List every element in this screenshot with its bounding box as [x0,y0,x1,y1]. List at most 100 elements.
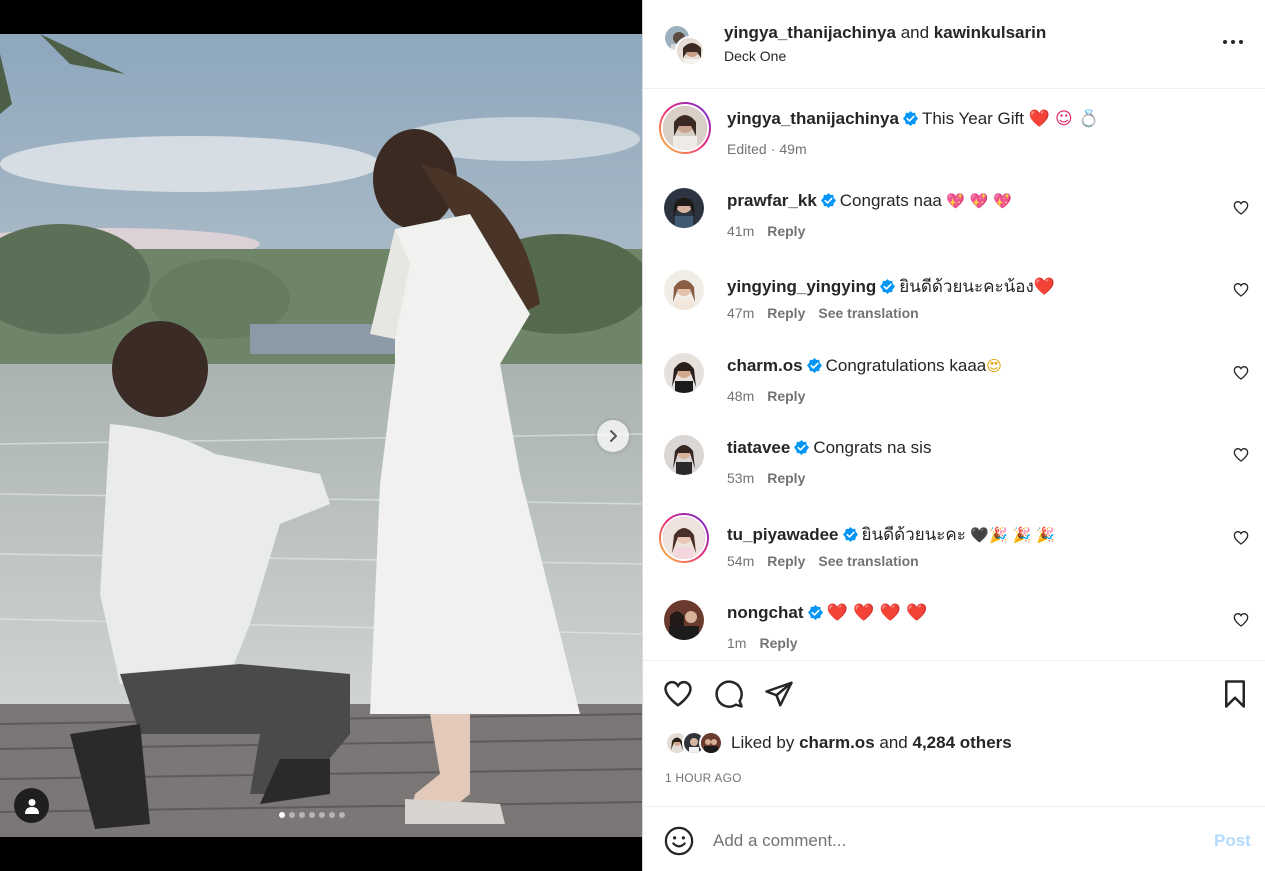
comment-time[interactable]: 1m [727,635,746,651]
comment-time[interactable]: 48m [727,388,754,404]
comment-item: tiatavee Congrats na sis 53m Reply [643,425,1265,507]
comment-username[interactable]: tu_piyawadee [727,525,839,544]
comment-item: nongchat ❤️ ❤️ ❤️ ❤️ 1m Reply [643,590,1265,660]
comment-emoji: 🖤🎉 🎉 🎉 [970,526,1055,544]
like-icon[interactable] [663,679,693,709]
post-actions: Liked by charm.os and 4,284 others 1 HOU… [643,660,1265,806]
comment-item: tu_piyawadee ยินดีด้วยนะคะ 🖤🎉 🎉 🎉 54m Repl… [643,508,1265,590]
edited-label: Edited [727,141,767,157]
see-translation-button[interactable]: See translation [818,305,918,321]
comment-username[interactable]: tiatavee [727,438,790,457]
post-details-panel: yingya_thanijachinya and kawinkulsarin D… [642,0,1265,871]
verified-icon [820,193,836,208]
reply-button[interactable]: Reply [759,635,797,651]
post-header: yingya_thanijachinya and kawinkulsarin D… [643,0,1265,89]
comment-item: prawfar_kk Congrats naa 💖 💖 💖 41m Reply [643,178,1265,260]
story-ring[interactable] [659,513,709,563]
carousel-dot [299,812,305,818]
more-options-button[interactable] [1221,30,1245,54]
emoji-icon[interactable] [664,826,694,856]
liked-by-prefix: Liked by [731,733,795,752]
like-comment-icon[interactable] [1233,282,1249,298]
comment-username[interactable]: charm.os [727,356,803,375]
like-comment-icon[interactable] [1233,530,1249,546]
comment-line: yingying_yingying ยินดีด้วยนะคะน้อง❤️ [727,273,1055,300]
chevron-right-icon [610,430,617,442]
like-comment-icon[interactable] [1233,200,1249,216]
comment-time[interactable]: 54m [727,553,754,569]
like-comment-icon[interactable] [1233,447,1249,463]
comment-emoji: ❤️ ❤️ ❤️ ❤️ [826,603,928,623]
caption-emoji: ❤️ ☺ 💍 [1028,109,1100,129]
liked-by: Liked by charm.os and 4,284 others [665,731,1012,755]
verified-icon [902,111,918,126]
avatar[interactable] [664,353,704,393]
comment-meta: 48m Reply [727,388,818,404]
caption-line: yingya_thanijachinya This Year Gift ❤️ ☺ … [727,109,1099,129]
comment-item: charm.os Congratulations kaaa😍 48m Reply [643,343,1265,425]
avatar [699,731,723,755]
reply-button[interactable]: Reply [767,223,805,239]
caption-time[interactable]: 49m [779,141,806,157]
comment-time[interactable]: 41m [727,223,754,239]
owner-username[interactable]: yingya_thanijachinya [724,23,896,42]
tagged-users-button[interactable] [14,788,49,823]
avatar[interactable] [664,188,704,228]
comment-icon[interactable] [714,679,744,709]
post-timestamp[interactable]: 1 HOUR AGO [665,771,742,785]
comment-text: Congratulations kaaa [825,356,987,375]
carousel-dot [279,812,285,818]
avatar[interactable] [664,435,704,475]
next-photo-button[interactable] [597,420,629,452]
verified-icon [880,279,896,294]
author-joiner: and [900,23,930,42]
photo-scene [0,34,642,837]
see-translation-button[interactable]: See translation [818,553,918,569]
carousel-dot [329,812,335,818]
collaborator-username[interactable]: kawinkulsarin [934,23,1046,42]
comment-input[interactable] [713,827,1183,855]
story-ring[interactable] [659,102,711,154]
liked-by-joiner: and [879,733,908,752]
comment-meta: 41m Reply [727,223,818,239]
carousel-dot [309,812,315,818]
likes-count[interactable]: 4,284 others [913,733,1012,752]
verified-icon [807,605,823,620]
comment-emoji: ❤️ [1033,277,1055,297]
collab-avatars[interactable] [663,24,707,68]
post-comment-button[interactable]: Post [1214,831,1251,851]
instagram-post-viewer: yingya_thanijachinya and kawinkulsarin D… [0,0,1265,871]
comment-emoji: 😍 [986,357,1002,375]
share-icon[interactable] [764,679,794,709]
post-authors: yingya_thanijachinya and kawinkulsarin [724,23,1046,43]
post-photo[interactable] [0,34,642,837]
caption-meta: Edited · 49m [727,141,820,157]
caption-username[interactable]: yingya_thanijachinya [727,109,899,128]
media-panel [0,0,642,871]
verified-icon [806,358,822,373]
carousel-indicator [279,812,345,818]
carousel-dot [339,812,345,818]
avatar[interactable] [664,270,704,310]
comment-username[interactable]: yingying_yingying [727,277,876,296]
comment-time[interactable]: 53m [727,470,754,486]
carousel-dot [319,812,325,818]
comment-username[interactable]: prawfar_kk [727,191,817,210]
comment-username[interactable]: nongchat [727,603,804,622]
post-location[interactable]: Deck One [724,48,786,64]
reply-button[interactable]: Reply [767,305,805,321]
save-icon[interactable] [1220,679,1250,709]
comment-text: ยินดีด้วยนะคะ [861,525,966,544]
avatar [661,104,709,152]
like-comment-icon[interactable] [1233,612,1249,628]
reply-button[interactable]: Reply [767,470,805,486]
comment-emoji: 💖 💖 💖 [946,192,1012,210]
carousel-dot [289,812,295,818]
reply-button[interactable]: Reply [767,553,805,569]
comment-time[interactable]: 47m [727,305,754,321]
liked-by-user[interactable]: charm.os [799,733,875,752]
like-comment-icon[interactable] [1233,365,1249,381]
avatar[interactable] [664,600,704,640]
comment-item: yingying_yingying ยินดีด้วยนะคะน้อง❤️ 47m… [643,260,1265,342]
reply-button[interactable]: Reply [767,388,805,404]
